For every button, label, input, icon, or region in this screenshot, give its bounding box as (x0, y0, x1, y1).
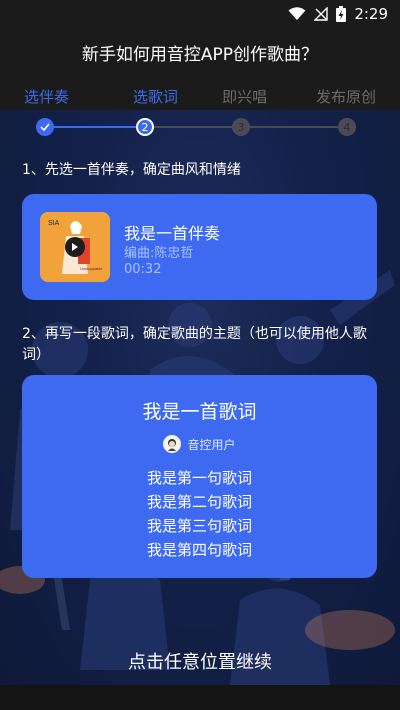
page-title: 新手如何用音控APP创作歌曲？ (81, 45, 319, 65)
step-4-indicator: 4 (338, 118, 356, 136)
cover-subtitle: Unstoppable (80, 266, 103, 271)
section-1-label: 1、先选一首伴奏，确定曲风和情绪 (22, 162, 241, 178)
album-cover: SIA Unstoppable (40, 212, 110, 282)
step-2-indicator: 2 (136, 118, 154, 136)
lyric-line: 我是第四句歌词 (146, 541, 252, 559)
step-connector-done (54, 126, 136, 128)
avatar (163, 435, 182, 453)
cover-artist: SIA (48, 220, 60, 227)
status-bar: 2:29 (0, 0, 400, 28)
step-connector (154, 126, 232, 128)
track-composer: 编曲:陈忠哲 (124, 246, 194, 261)
track-duration: 00:32 (124, 262, 162, 277)
tab-publish-original[interactable]: 发布原创 (292, 86, 376, 110)
step-3-indicator: 3 (232, 118, 250, 136)
clock: 2:29 (354, 5, 388, 23)
lyric-line: 我是第三句歌词 (146, 517, 252, 535)
tab-select-accompaniment[interactable]: 选伴奏 (24, 86, 108, 110)
play-icon[interactable] (65, 237, 85, 257)
continue-hint[interactable]: 点击任意位置继续 (0, 648, 400, 674)
lyrics-card[interactable]: 我是一首歌词 音控用户 我是第一句歌词 我是第二句歌词 我是第三句歌词 我是第四… (22, 375, 377, 578)
lyric-line: 我是第二句歌词 (146, 493, 252, 511)
lyric-line: 我是第一句歌词 (146, 469, 252, 487)
tab-select-lyrics[interactable]: 选歌词 (113, 86, 197, 110)
track-title: 我是一首伴奏 (124, 224, 221, 243)
step-progress: 2 3 4 (0, 116, 400, 138)
author-name: 音控用户 (187, 437, 236, 452)
section-2-label: 2、再写一段歌词，确定歌曲的主题（也可以使用他人歌词） (22, 326, 367, 363)
lyrics-author: 音控用户 (22, 435, 377, 453)
step-tabs: 选伴奏 选歌词 即兴唱 发布原创 (0, 86, 400, 110)
tab-improvise[interactable]: 即兴唱 (203, 86, 287, 110)
battery-charging-icon (336, 6, 347, 22)
bottom-strip (0, 686, 400, 710)
lyrics-title: 我是一首歌词 (142, 401, 257, 423)
no-signal-icon (314, 7, 329, 21)
step-connector (250, 126, 338, 128)
step-1-check-icon (36, 118, 54, 136)
accompaniment-card[interactable]: SIA Unstoppable 我是一首伴奏 编曲:陈忠哲 00:32 (22, 194, 377, 300)
wifi-icon (288, 7, 306, 20)
